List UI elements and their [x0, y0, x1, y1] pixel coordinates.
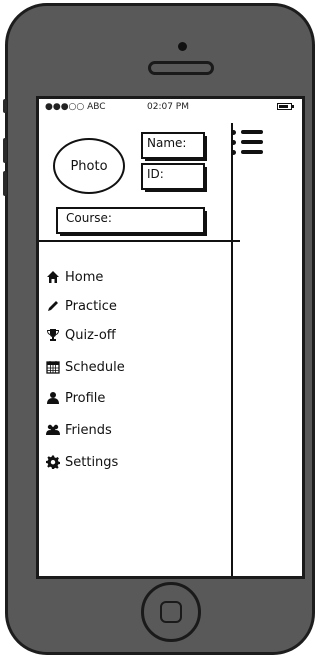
- trophy-icon: [47, 329, 59, 341]
- menu-item-profile[interactable]: Profile: [46, 388, 105, 408]
- menu-item-friends[interactable]: Friends: [46, 420, 112, 440]
- home-icon: [47, 271, 59, 283]
- app-screen: ●●●○○ ABC 02:07 PM Photo Name: ID: Cours…: [36, 96, 305, 579]
- hamburger-icon[interactable]: [231, 130, 267, 160]
- side-button-volume-up: [3, 138, 7, 163]
- side-button-volume-down: [3, 171, 7, 196]
- menu-item-quiz-off[interactable]: Quiz-off: [46, 325, 116, 345]
- profile-photo[interactable]: Photo: [53, 138, 125, 194]
- course-label: Course:: [66, 211, 112, 225]
- gear-icon: [46, 455, 60, 469]
- menu-item-label: Friends: [65, 422, 112, 438]
- user-icon: [47, 392, 59, 404]
- menu-item-label: Profile: [65, 390, 106, 406]
- pencil-icon: [48, 301, 58, 311]
- side-button-silent: [3, 99, 7, 113]
- home-button-square-icon: [160, 601, 182, 623]
- front-camera: [178, 42, 187, 51]
- menu-item-schedule[interactable]: Schedule: [46, 357, 125, 377]
- menu-item-label: Schedule: [65, 359, 125, 375]
- battery-icon: [277, 103, 292, 110]
- header-divider: [39, 240, 240, 242]
- status-bar: ●●●○○ ABC 02:07 PM: [39, 99, 302, 115]
- id-label: ID:: [147, 167, 164, 181]
- photo-label: Photo: [70, 158, 108, 174]
- menu-item-label: Home: [65, 269, 104, 285]
- carrier-signal: ●●●○○ ABC: [45, 102, 106, 112]
- name-field: Name:: [141, 132, 207, 161]
- menu-item-label: Settings: [65, 454, 119, 470]
- menu-item-label: Practice: [65, 298, 117, 314]
- status-time: 02:07 PM: [147, 102, 189, 112]
- menu-item-label: Quiz-off: [65, 327, 116, 343]
- id-field: ID:: [141, 163, 207, 192]
- course-field: Course:: [56, 207, 207, 236]
- home-button[interactable]: [141, 582, 201, 642]
- menu-item-home[interactable]: Home: [46, 267, 103, 287]
- name-label: Name:: [147, 136, 187, 150]
- battery-tip: [292, 105, 294, 108]
- calendar-icon: [46, 361, 60, 374]
- earpiece-speaker: [148, 61, 214, 75]
- drawer-edge-divider: [231, 123, 233, 576]
- menu-item-practice[interactable]: Practice: [46, 296, 117, 316]
- users-icon: [46, 424, 60, 435]
- menu-item-settings[interactable]: Settings: [46, 452, 118, 472]
